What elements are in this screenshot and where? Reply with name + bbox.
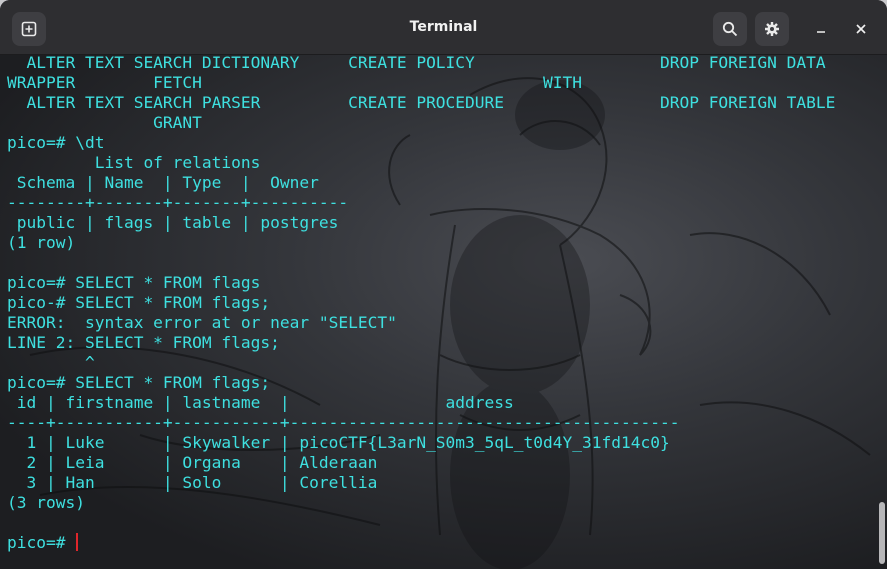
terminal-line: GRANT — [7, 113, 202, 132]
terminal-line: WRAPPER FETCH WITH — [7, 73, 582, 92]
terminal-line: pico=# SELECT * FROM flags — [7, 273, 261, 292]
close-icon — [856, 24, 866, 34]
prompt-text: pico=# — [7, 533, 76, 552]
terminal-line: List of relations — [7, 153, 261, 172]
terminal-line: pico=# \dt — [7, 133, 105, 152]
terminal-line: (1 row) — [7, 233, 76, 252]
text-cursor — [76, 533, 79, 551]
terminal-line: id | firstname | lastname | address — [7, 393, 514, 412]
terminal-window: Terminal ALTER TEXT SEARCH DICTIONARY CR… — [0, 0, 887, 569]
terminal-line: ALTER TEXT SEARCH PARSER CREATE PROCEDUR… — [7, 93, 836, 112]
title-bar[interactable]: Terminal — [0, 0, 887, 55]
terminal-line: --------+-------+-------+---------- — [7, 193, 349, 212]
search-icon — [722, 21, 738, 37]
terminal-line: pico=# SELECT * FROM flags; — [7, 373, 271, 392]
terminal-line: 1 | Luke | Skywalker | picoCTF{L3arN_S0m… — [7, 433, 670, 452]
new-tab-button[interactable] — [12, 12, 46, 46]
terminal-line: pico-# SELECT * FROM flags; — [7, 293, 271, 312]
minimize-icon — [817, 31, 825, 33]
preferences-button[interactable] — [755, 12, 789, 46]
command-prompt[interactable]: pico=# — [7, 533, 79, 553]
terminal-line: 3 | Han | Solo | Corellia — [7, 473, 378, 492]
terminal-line: (3 rows) — [7, 493, 85, 512]
search-button[interactable] — [713, 12, 747, 46]
terminal-output[interactable]: ALTER TEXT SEARCH DICTIONARY CREATE POLI… — [0, 55, 887, 569]
gear-icon — [765, 22, 779, 36]
terminal-line: ALTER TEXT SEARCH DICTIONARY CREATE POLI… — [7, 55, 826, 72]
terminal-line: Schema | Name | Type | Owner — [7, 173, 319, 192]
terminal-line: LINE 2: SELECT * FROM flags; — [7, 333, 280, 352]
terminal-lines: ALTER TEXT SEARCH DICTIONARY CREATE POLI… — [7, 55, 835, 533]
minimize-button[interactable] — [809, 17, 833, 41]
terminal-line: ^ — [7, 353, 95, 372]
scrollbar-thumb[interactable] — [879, 502, 885, 564]
terminal-line: 2 | Leia | Organa | Alderaan — [7, 453, 378, 472]
terminal-line: ERROR: syntax error at or near "SELECT" — [7, 313, 397, 332]
close-button[interactable] — [849, 17, 873, 41]
new-tab-icon — [21, 21, 37, 37]
window-title: Terminal — [409, 19, 478, 35]
terminal-line: ----+-----------+-----------+-----------… — [7, 413, 680, 432]
terminal-line: public | flags | table | postgres — [7, 213, 339, 232]
